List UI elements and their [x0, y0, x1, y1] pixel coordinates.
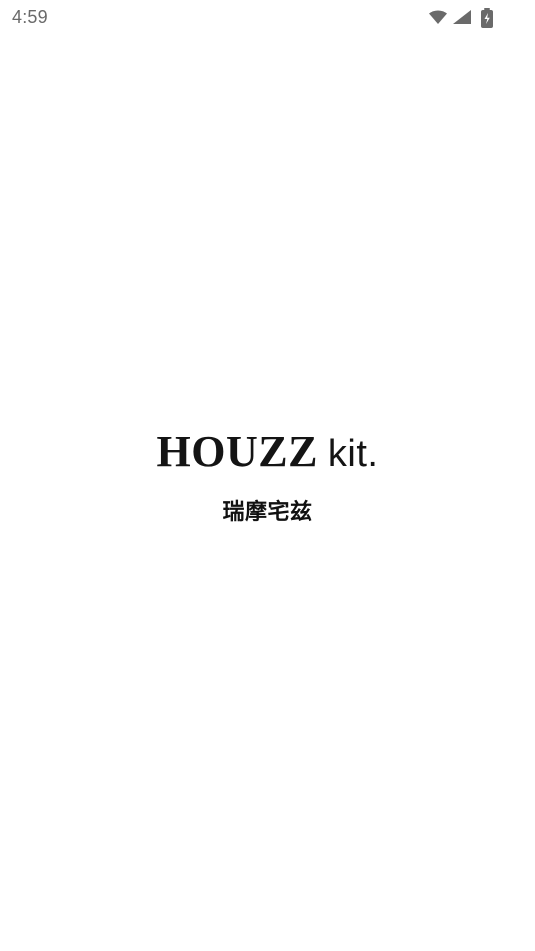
brand-logo: HOUZZ kit.: [157, 430, 379, 474]
wifi-icon: [429, 10, 447, 24]
brand-name-main: HOUZZ: [156, 427, 318, 476]
status-time: 4:59: [12, 7, 48, 27]
status-bar: 4:59: [0, 0, 535, 36]
battery-charging-icon: [481, 8, 493, 28]
splash-screen: 4:59 HOUZZ kit. 瑞摩宅兹: [0, 0, 535, 951]
status-icons: [428, 7, 498, 29]
splash-logo: HOUZZ kit. 瑞摩宅兹: [0, 430, 535, 526]
cellular-signal-icon: [453, 10, 471, 24]
brand-tagline: 瑞摩宅兹: [222, 500, 313, 525]
brand-name-sub: kit.: [327, 433, 379, 475]
